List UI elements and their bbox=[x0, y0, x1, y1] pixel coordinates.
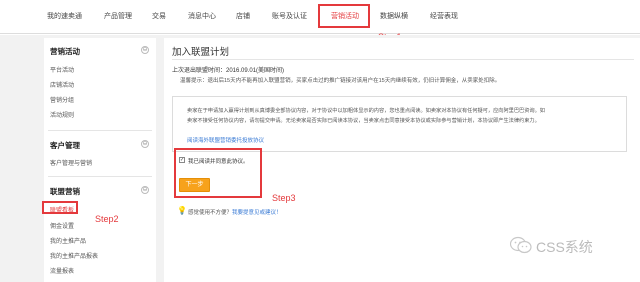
agree-label: 我已阅读并同意此协议。 bbox=[188, 159, 249, 165]
nav-item-store[interactable]: 店铺 bbox=[236, 11, 250, 21]
page-title: 加入联盟计划 bbox=[172, 47, 230, 58]
step2-highlight-box bbox=[42, 201, 78, 214]
sidebar-item-commission-settings[interactable]: 佣金设置 bbox=[50, 221, 74, 230]
sidebar-item-traffic-report[interactable]: 流量报表 bbox=[50, 266, 74, 275]
notice-line: 卖家不接受任何协议内容，请勿提交申请。无论卖家是否实际已阅读本协议，当卖家点击同… bbox=[187, 118, 540, 124]
wechat-icon bbox=[510, 236, 532, 254]
collapse-icon[interactable]: ⊖ bbox=[141, 140, 149, 148]
sidebar-section-affiliate[interactable]: 联盟营销 bbox=[50, 186, 80, 197]
warm-tip: 温馨提示：退出后15天内不能再加入联盟营销，买家点击过的推广链接对该用户在15天… bbox=[180, 78, 501, 84]
agreement-notice: 卖家在于申请加入赢得计划到从真博委全部协议内容，对于协议中以加粗体显示的内容，您… bbox=[172, 96, 627, 152]
collapse-icon[interactable]: ⊖ bbox=[141, 186, 149, 194]
nav-item-my-aliexpress[interactable]: 我的速卖通 bbox=[47, 11, 82, 21]
sidebar-item-main-products[interactable]: 我的主推产品 bbox=[50, 236, 86, 245]
next-step-button[interactable]: 下一步 bbox=[179, 178, 210, 192]
nav-item-message-center[interactable]: 消息中心 bbox=[188, 11, 216, 21]
sidebar-divider bbox=[48, 176, 152, 177]
sidebar-section-customer[interactable]: 客户管理 bbox=[50, 140, 80, 151]
sidebar-item-store-activity[interactable]: 店铺活动 bbox=[50, 80, 74, 89]
notice-line: 卖家在于申请加入赢得计划到从真博委全部协议内容，对于协议中以加粗体显示的内容，您… bbox=[187, 108, 545, 114]
agree-checkbox[interactable]: ✓ bbox=[179, 157, 185, 163]
watermark-text: CSS系统 bbox=[536, 239, 593, 255]
feedback-hint: 感觉使用不方便？我要提意见或建议！ bbox=[188, 208, 282, 216]
nav-item-account[interactable]: 账号及认证 bbox=[272, 11, 307, 21]
sidebar-item-platform-activity[interactable]: 平台活动 bbox=[50, 65, 74, 74]
step1-highlight-box bbox=[318, 4, 370, 28]
nav-item-trade[interactable]: 交易 bbox=[152, 11, 166, 21]
collapse-icon[interactable]: ⊖ bbox=[141, 46, 149, 54]
lightbulb-icon: 💡 bbox=[177, 206, 187, 215]
last-exit-time: 上次退出联盟时间：2016.09.01(美国时间) bbox=[172, 68, 285, 74]
nav-item-product-management[interactable]: 产品管理 bbox=[104, 11, 132, 21]
sidebar-item-marketing-group[interactable]: 营销分组 bbox=[50, 95, 74, 104]
feedback-link[interactable]: 我要提意见或建议！ bbox=[232, 210, 282, 216]
sidebar: 营销活动 ⊖ 平台活动 店铺活动 营销分组 活动规则 客户管理 ⊖ 客户管理与营… bbox=[44, 38, 156, 282]
agreement-link[interactable]: 阅读海外联盟营销委托投放协议 bbox=[187, 136, 264, 144]
feedback-question: 感觉使用不方便？ bbox=[188, 210, 233, 216]
sidebar-section-marketing[interactable]: 营销活动 bbox=[50, 46, 80, 57]
step3-label: Step3 bbox=[272, 193, 296, 203]
sidebar-item-customer-marketing[interactable]: 客户管理与营销 bbox=[50, 158, 92, 167]
step2-label: Step2 bbox=[95, 214, 119, 224]
sidebar-item-main-products-report[interactable]: 我的主推产品报表 bbox=[50, 251, 98, 260]
nav-item-data[interactable]: 数据纵横 bbox=[380, 11, 408, 21]
watermark: CSS系统 bbox=[510, 236, 630, 256]
sidebar-divider bbox=[48, 130, 152, 131]
nav-item-performance[interactable]: 经营表现 bbox=[430, 11, 458, 21]
title-divider bbox=[172, 59, 634, 60]
sidebar-item-activity-rules[interactable]: 活动规则 bbox=[50, 110, 74, 119]
